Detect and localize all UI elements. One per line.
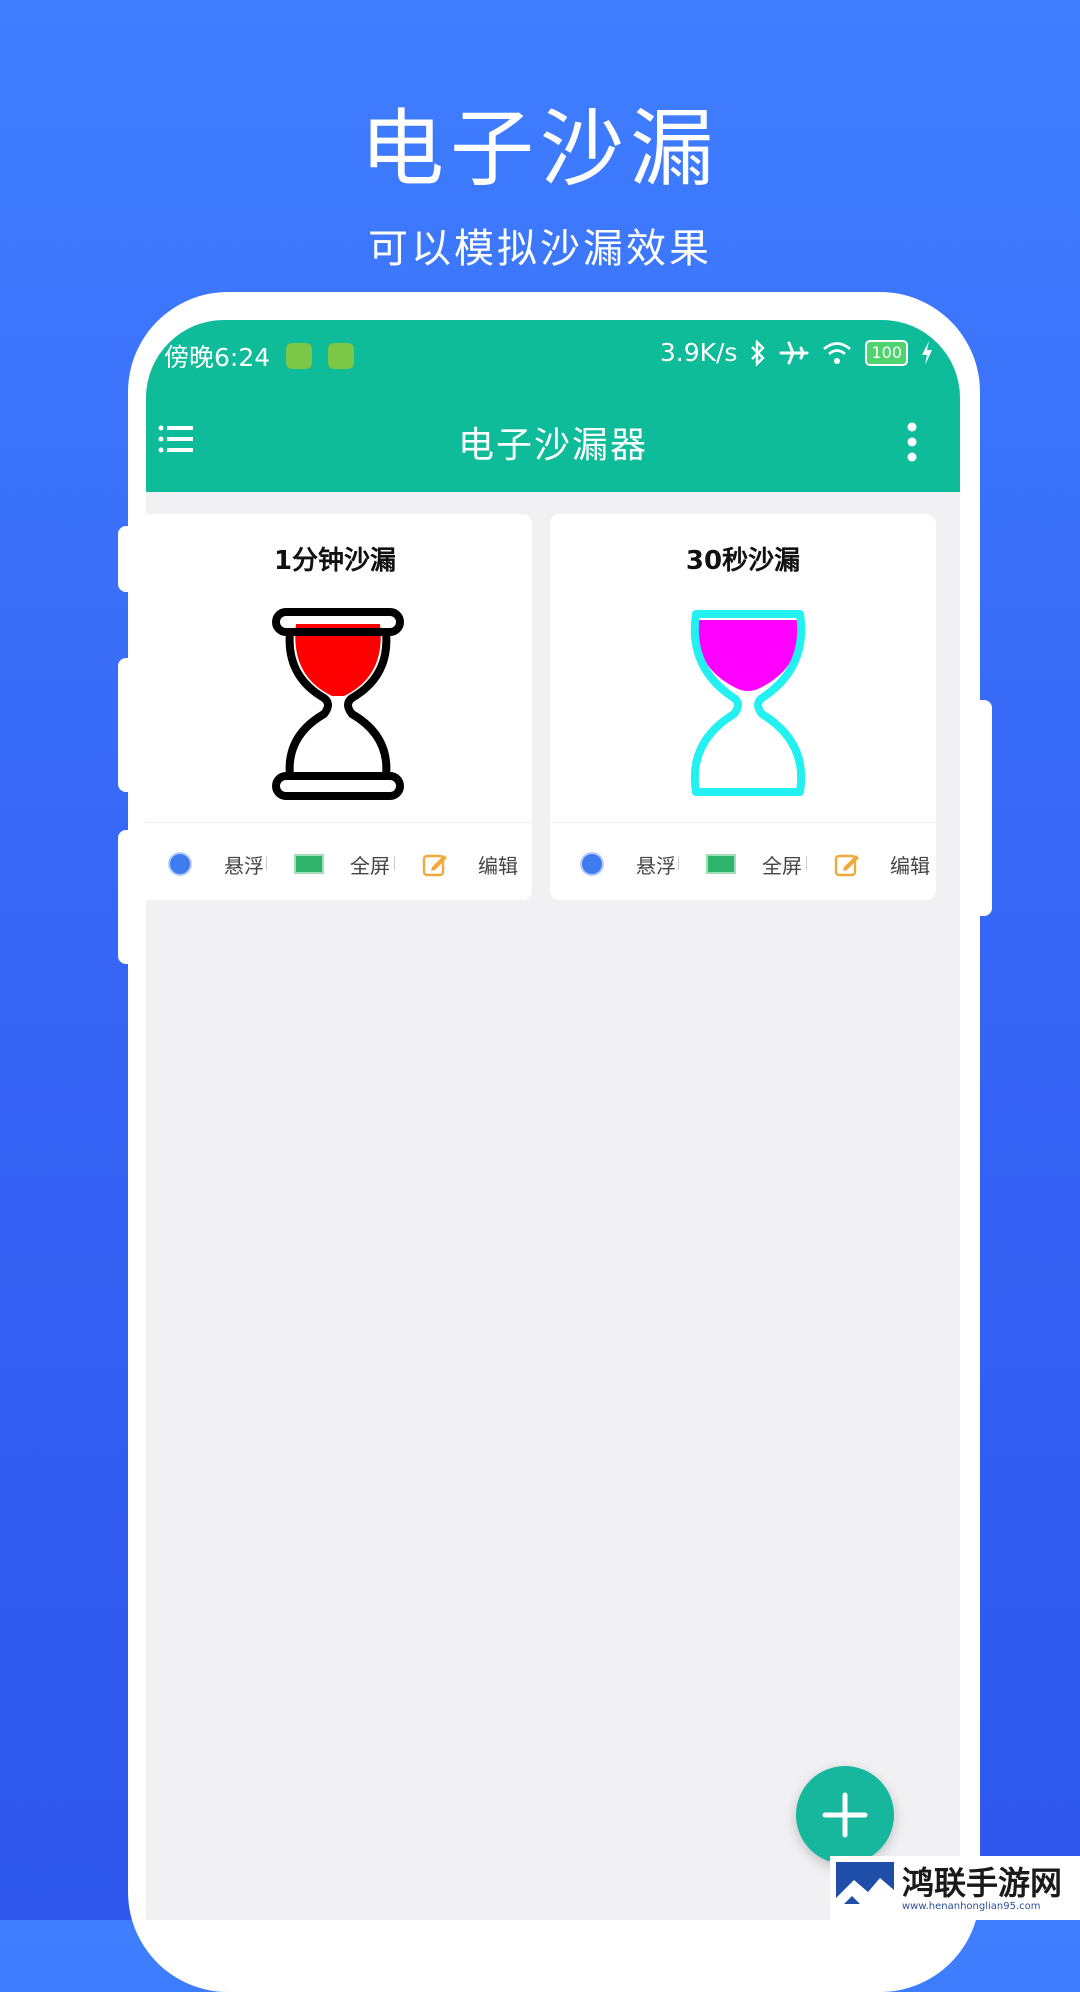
hourglass-card[interactable]: 30秒沙漏 悬浮 全屏 编辑: [550, 514, 936, 900]
edit-label: 编辑: [478, 853, 518, 878]
charging-icon: [922, 340, 932, 365]
card-divider: [146, 822, 532, 823]
status-left: 傍晚6:24: [164, 338, 355, 374]
fullscreen-rect-icon: [294, 854, 324, 874]
card-divider: [550, 822, 936, 823]
action-separator: [678, 856, 679, 870]
fullscreen-label: 全屏: [350, 853, 390, 878]
hourglass-card[interactable]: 1分钟沙漏 悬浮 全屏 编辑: [146, 514, 532, 900]
app-notification-icon: [286, 343, 313, 369]
watermark-logo-icon: [836, 1862, 894, 1914]
status-time: 傍晚6:24: [164, 343, 271, 372]
edit-button[interactable]: 编辑: [834, 836, 930, 892]
edit-label: 编辑: [890, 853, 930, 878]
status-bar: 傍晚6:24 3.9K/s 100: [146, 320, 960, 390]
phone-side-button: [966, 700, 992, 916]
circle-float-icon: [580, 852, 604, 876]
watermark: 鸿联手游网 www.henanhonglian95.com: [830, 1856, 1080, 1920]
card-actions: 悬浮 全屏 编辑: [550, 836, 936, 892]
battery-icon: 100: [865, 339, 908, 366]
watermark-text-block: 鸿联手游网 www.henanhonglian95.com: [902, 1865, 1062, 1912]
wifi-icon: [823, 341, 852, 364]
network-speed: 3.9K/s: [659, 338, 738, 367]
app-title: 电子沙漏器: [457, 425, 648, 466]
app-notification-icon: [328, 343, 355, 369]
more-vertical-icon[interactable]: [906, 422, 918, 462]
card-actions: 悬浮 全屏 编辑: [146, 836, 532, 892]
status-right: 3.9K/s 100: [660, 338, 934, 367]
hourglass-icon: [690, 610, 806, 796]
action-separator: [266, 856, 267, 870]
edit-icon: [834, 854, 859, 877]
phone-side-button: [118, 658, 140, 792]
promo-subtitle: 可以模拟沙漏效果: [368, 226, 712, 272]
float-label: 悬浮: [224, 853, 264, 878]
edit-icon: [422, 854, 447, 877]
add-button[interactable]: [796, 1766, 894, 1864]
airplane-icon: [779, 341, 809, 364]
action-separator: [394, 856, 395, 870]
phone-side-button: [118, 830, 140, 964]
circle-float-icon: [168, 852, 192, 876]
hourglass-icon: [272, 608, 404, 800]
watermark-text: 鸿联手游网: [902, 1863, 1063, 1902]
phone-screen: 傍晚6:24 3.9K/s 100 电子沙漏器 1分钟沙漏 悬浮 全屏 编辑 3…: [146, 320, 960, 1920]
card-title: 30秒沙漏: [685, 546, 801, 576]
plus-icon: [822, 1792, 868, 1838]
watermark-url: www.henanhonglian95.com: [902, 1900, 1041, 1912]
fullscreen-rect-icon: [706, 854, 736, 874]
float-label: 悬浮: [636, 853, 676, 878]
float-button[interactable]: 悬浮: [580, 836, 676, 892]
fullscreen-button[interactable]: 全屏: [294, 836, 390, 892]
edit-button[interactable]: 编辑: [422, 836, 518, 892]
promo-title: 电子沙漏: [359, 100, 720, 198]
app-bar: 电子沙漏器: [146, 390, 960, 492]
card-title: 1分钟沙漏: [273, 546, 397, 576]
fullscreen-button[interactable]: 全屏: [706, 836, 802, 892]
float-button[interactable]: 悬浮: [168, 836, 264, 892]
action-separator: [806, 856, 807, 870]
phone-side-button: [118, 526, 140, 592]
fullscreen-label: 全屏: [762, 853, 802, 878]
bluetooth-icon: [751, 339, 766, 366]
